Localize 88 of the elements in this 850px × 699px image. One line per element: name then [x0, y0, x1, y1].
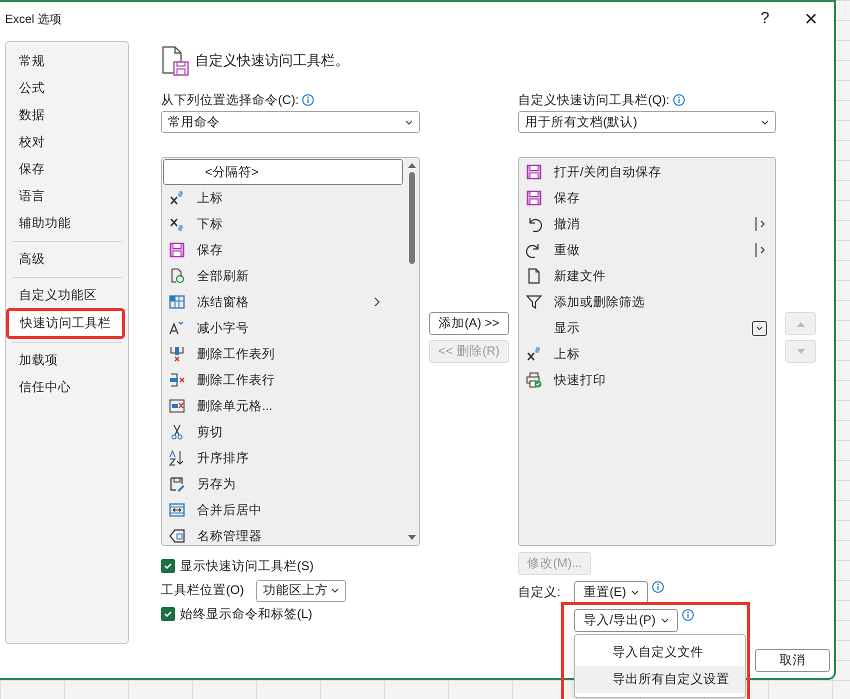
- toolbar-list-item[interactable]: 打开/关闭自动保存: [519, 159, 775, 185]
- toolbar-list-item[interactable]: 撤消: [519, 211, 775, 237]
- toolbar-scope-dropdown[interactable]: 用于所有文档(默认): [518, 111, 776, 133]
- toolbar-label: 自定义快速访问工具栏(Q):: [518, 92, 670, 108]
- filter-icon: [526, 294, 542, 310]
- section-heading: 自定义快速访问工具栏。: [195, 52, 349, 70]
- toolbar-document-icon: [161, 45, 191, 77]
- close-button[interactable]: ×: [794, 5, 828, 33]
- command-list-item[interactable]: 升序排序: [162, 445, 405, 471]
- command-list-item[interactable]: 减小字号: [162, 315, 405, 341]
- triangle-down-icon: [796, 348, 806, 356]
- sidebar-item[interactable]: 加载项: [6, 347, 128, 374]
- commands-label: 从下列位置选择命令(C):: [161, 92, 299, 108]
- toolbar-list-item[interactable]: 新建文件: [519, 263, 775, 289]
- delete-cell-icon: [169, 398, 185, 414]
- tag-icon: [169, 528, 185, 544]
- refresh-icon: [169, 268, 185, 284]
- sidebar-item[interactable]: 信任中心: [6, 374, 128, 401]
- merge-cells-icon: [169, 502, 185, 518]
- document-icon: [526, 268, 542, 284]
- info-icon[interactable]: [652, 581, 664, 593]
- toolbar-list-item[interactable]: 上标: [519, 341, 775, 367]
- save-as-icon: [169, 476, 185, 492]
- info-icon[interactable]: [682, 609, 694, 621]
- toolbar-position-label: 工具栏位置(O): [161, 582, 244, 598]
- superscript-icon: [169, 190, 185, 206]
- chevron-down-icon: [331, 588, 340, 593]
- import-export-button[interactable]: 导入/导出(P): [574, 609, 678, 632]
- toolbar-list-item[interactable]: 快速打印: [519, 367, 775, 393]
- add-button[interactable]: 添加(A) >>: [429, 312, 509, 335]
- toolbar-list-item[interactable]: 添加或删除筛选: [519, 289, 775, 315]
- sidebar-item[interactable]: 高级: [6, 246, 128, 273]
- delete-row-icon: [169, 372, 185, 388]
- command-list-item[interactable]: 删除工作表列: [162, 341, 405, 367]
- scroll-up-icon[interactable]: [407, 161, 417, 169]
- command-list-item[interactable]: 删除工作表行: [162, 367, 405, 393]
- toolbar-list-item[interactable]: 保存: [519, 185, 775, 211]
- command-list-item[interactable]: <分隔符>: [163, 159, 403, 185]
- triangle-up-icon: [796, 320, 806, 328]
- sidebar-item[interactable]: 自定义功能区: [6, 282, 128, 309]
- checkmark-icon: [163, 609, 173, 619]
- window-title: Excel 选项: [5, 10, 62, 28]
- checkmark-icon: [163, 561, 173, 571]
- cancel-button[interactable]: 取消: [755, 649, 830, 672]
- menu-item[interactable]: 导出所有自定义设置: [575, 666, 746, 693]
- superscript-icon: [526, 346, 542, 362]
- chevron-down-icon: [660, 618, 669, 624]
- info-icon[interactable]: [302, 94, 314, 106]
- printer-icon: [526, 372, 542, 388]
- show-toolbar-checkbox[interactable]: 显示快速访问工具栏(S): [161, 555, 420, 577]
- scissors-icon: [169, 424, 185, 440]
- toolbar-list-item[interactable]: 重做: [519, 237, 775, 263]
- sidebar-item[interactable]: 校对: [6, 129, 128, 156]
- chevron-down-icon: [631, 590, 640, 596]
- help-button[interactable]: ?: [748, 5, 782, 33]
- command-list-item[interactable]: 全部刷新: [162, 263, 405, 289]
- command-list-item[interactable]: 合并后居中: [162, 497, 405, 523]
- sidebar-item[interactable]: 辅助功能: [6, 210, 128, 237]
- always-show-labels-checkbox[interactable]: 始终显示命令和标签(L): [161, 603, 420, 625]
- command-list-item[interactable]: 名称管理器: [162, 523, 405, 549]
- delete-column-icon: [169, 346, 185, 362]
- sidebar-item[interactable]: 语言: [6, 183, 128, 210]
- toolbar-list-item[interactable]: 显示: [519, 315, 775, 341]
- command-list-item[interactable]: 删除单元格...: [162, 393, 405, 419]
- scroll-down-icon[interactable]: [407, 534, 417, 542]
- sidebar-item[interactable]: 快速访问工具栏: [7, 309, 124, 338]
- command-list-item[interactable]: 剪切: [162, 419, 405, 445]
- sidebar-item[interactable]: 数据: [6, 102, 128, 129]
- info-icon[interactable]: [672, 94, 685, 106]
- toolbar-position-dropdown[interactable]: 功能区上方: [256, 580, 346, 602]
- command-list-item[interactable]: 上标: [162, 185, 405, 211]
- command-list-item[interactable]: 下标: [162, 211, 405, 237]
- command-list-item[interactable]: 另存为: [162, 471, 405, 497]
- font-size-icon: [169, 320, 185, 336]
- customize-label: 自定义:: [518, 584, 560, 601]
- sidebar-item[interactable]: 常规: [6, 48, 128, 75]
- reset-button[interactable]: 重置(E): [574, 581, 648, 604]
- command-list-item[interactable]: 保存: [162, 237, 405, 263]
- command-source-dropdown[interactable]: 常用命令: [161, 111, 420, 133]
- subscript-icon: [169, 216, 185, 232]
- chevron-down-icon: [405, 120, 413, 124]
- sort-icon: [169, 450, 185, 466]
- grid-icon: [169, 294, 185, 310]
- menu-item[interactable]: 导入自定义文件: [575, 639, 746, 666]
- sidebar-item[interactable]: 保存: [6, 156, 128, 183]
- chevron-down-icon: [761, 120, 769, 124]
- sidebar-item[interactable]: 公式: [6, 75, 128, 102]
- command-list-item[interactable]: 冻结窗格: [162, 289, 405, 315]
